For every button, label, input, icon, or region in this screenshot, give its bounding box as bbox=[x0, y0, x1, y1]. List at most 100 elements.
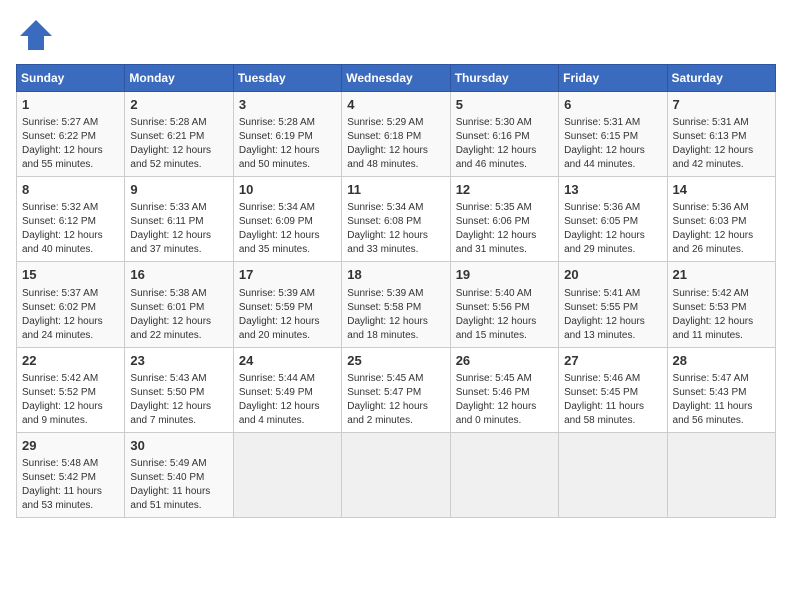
day-detail: Sunrise: 5:42 AM Sunset: 5:52 PM Dayligh… bbox=[22, 372, 119, 428]
day-detail: Sunrise: 5:35 AM Sunset: 6:06 PM Dayligh… bbox=[456, 201, 553, 257]
day-number: 30 bbox=[130, 437, 227, 455]
calendar-cell: 24Sunrise: 5:44 AM Sunset: 5:49 PM Dayli… bbox=[233, 347, 341, 432]
day-number: 26 bbox=[456, 352, 553, 370]
calendar-cell: 17 Sunrise: 5:39 AM Sunset: 5:59 PM Dayli… bbox=[233, 262, 341, 347]
weekday-header-friday: Friday bbox=[559, 65, 667, 92]
page-header bbox=[16, 16, 776, 54]
calendar-cell bbox=[233, 432, 341, 517]
calendar-cell bbox=[450, 432, 558, 517]
day-number: 7 bbox=[673, 96, 770, 114]
weekday-header-saturday: Saturday bbox=[667, 65, 775, 92]
week-row-2: 8 Sunrise: 5:32 AM Sunset: 6:12 PM Daylig… bbox=[17, 177, 776, 262]
day-detail: Sunrise: 5:42 AM Sunset: 5:53 PM Dayligh… bbox=[673, 287, 770, 343]
day-detail: Sunrise: 5:28 AM Sunset: 6:21 PM Dayligh… bbox=[130, 116, 227, 172]
calendar-cell: 25Sunrise: 5:45 AM Sunset: 5:47 PM Dayli… bbox=[342, 347, 450, 432]
day-detail: Sunrise: 5:36 AM Sunset: 6:05 PM Dayligh… bbox=[564, 201, 661, 257]
day-detail: Sunrise: 5:43 AM Sunset: 5:50 PM Dayligh… bbox=[130, 372, 227, 428]
weekday-header-monday: Monday bbox=[125, 65, 233, 92]
weekday-header-thursday: Thursday bbox=[450, 65, 558, 92]
calendar-cell: 19 Sunrise: 5:40 AM Sunset: 5:56 PM Dayli… bbox=[450, 262, 558, 347]
day-detail: Sunrise: 5:39 AM Sunset: 5:58 PM Dayligh… bbox=[347, 287, 444, 343]
calendar-cell: 11 Sunrise: 5:34 AM Sunset: 6:08 PM Dayli… bbox=[342, 177, 450, 262]
day-number: 18 bbox=[347, 266, 444, 284]
week-row-5: 29 Sunrise: 5:48 AM Sunset: 5:42 PM Dayli… bbox=[17, 432, 776, 517]
day-number: 1 bbox=[22, 96, 119, 114]
day-number: 22 bbox=[22, 352, 119, 370]
day-number: 23 bbox=[130, 352, 227, 370]
day-detail: Sunrise: 5:41 AM Sunset: 5:55 PM Dayligh… bbox=[564, 287, 661, 343]
week-row-3: 15 Sunrise: 5:37 AM Sunset: 6:02 PM Dayli… bbox=[17, 262, 776, 347]
day-detail: Sunrise: 5:31 AM Sunset: 6:13 PM Dayligh… bbox=[673, 116, 770, 172]
day-detail: Sunrise: 5:30 AM Sunset: 6:16 PM Dayligh… bbox=[456, 116, 553, 172]
calendar-cell: 2 Sunrise: 5:28 AM Sunset: 6:21 PM Daylig… bbox=[125, 92, 233, 177]
day-number: 21 bbox=[673, 266, 770, 284]
calendar-cell: 13 Sunrise: 5:36 AM Sunset: 6:05 PM Dayli… bbox=[559, 177, 667, 262]
calendar-cell: 12 Sunrise: 5:35 AM Sunset: 6:06 PM Dayli… bbox=[450, 177, 558, 262]
calendar-cell: 1 Sunrise: 5:27 AM Sunset: 6:22 PM Daylig… bbox=[17, 92, 125, 177]
logo bbox=[16, 16, 58, 54]
day-number: 20 bbox=[564, 266, 661, 284]
day-number: 8 bbox=[22, 181, 119, 199]
calendar-cell: 14 Sunrise: 5:36 AM Sunset: 6:03 PM Dayli… bbox=[667, 177, 775, 262]
day-number: 13 bbox=[564, 181, 661, 199]
calendar-cell: 15 Sunrise: 5:37 AM Sunset: 6:02 PM Dayli… bbox=[17, 262, 125, 347]
day-detail: Sunrise: 5:32 AM Sunset: 6:12 PM Dayligh… bbox=[22, 201, 119, 257]
calendar-cell: 10 Sunrise: 5:34 AM Sunset: 6:09 PM Dayli… bbox=[233, 177, 341, 262]
logo-icon bbox=[16, 16, 54, 54]
day-detail: Sunrise: 5:34 AM Sunset: 6:09 PM Dayligh… bbox=[239, 201, 336, 257]
weekday-header-row: SundayMondayTuesdayWednesdayThursdayFrid… bbox=[17, 65, 776, 92]
week-row-1: 1 Sunrise: 5:27 AM Sunset: 6:22 PM Daylig… bbox=[17, 92, 776, 177]
day-detail: Sunrise: 5:47 AM Sunset: 5:43 PM Dayligh… bbox=[673, 372, 770, 428]
weekday-header-wednesday: Wednesday bbox=[342, 65, 450, 92]
calendar-cell: 4Sunrise: 5:29 AM Sunset: 6:18 PM Daylig… bbox=[342, 92, 450, 177]
day-detail: Sunrise: 5:46 AM Sunset: 5:45 PM Dayligh… bbox=[564, 372, 661, 428]
day-detail: Sunrise: 5:29 AM Sunset: 6:18 PM Dayligh… bbox=[347, 116, 444, 172]
calendar-cell bbox=[342, 432, 450, 517]
calendar-cell: 3Sunrise: 5:28 AM Sunset: 6:19 PM Daylig… bbox=[233, 92, 341, 177]
day-detail: Sunrise: 5:37 AM Sunset: 6:02 PM Dayligh… bbox=[22, 287, 119, 343]
calendar-cell: 26Sunrise: 5:45 AM Sunset: 5:46 PM Dayli… bbox=[450, 347, 558, 432]
day-number: 15 bbox=[22, 266, 119, 284]
day-number: 12 bbox=[456, 181, 553, 199]
day-number: 28 bbox=[673, 352, 770, 370]
calendar-cell: 22 Sunrise: 5:42 AM Sunset: 5:52 PM Dayli… bbox=[17, 347, 125, 432]
day-number: 2 bbox=[130, 96, 227, 114]
calendar-cell: 5 Sunrise: 5:30 AM Sunset: 6:16 PM Daylig… bbox=[450, 92, 558, 177]
calendar-cell: 20 Sunrise: 5:41 AM Sunset: 5:55 PM Dayli… bbox=[559, 262, 667, 347]
calendar-cell: 16 Sunrise: 5:38 AM Sunset: 6:01 PM Dayli… bbox=[125, 262, 233, 347]
day-number: 16 bbox=[130, 266, 227, 284]
weekday-header-tuesday: Tuesday bbox=[233, 65, 341, 92]
day-detail: Sunrise: 5:36 AM Sunset: 6:03 PM Dayligh… bbox=[673, 201, 770, 257]
calendar-cell: 9 Sunrise: 5:33 AM Sunset: 6:11 PM Daylig… bbox=[125, 177, 233, 262]
day-detail: Sunrise: 5:39 AM Sunset: 5:59 PM Dayligh… bbox=[239, 287, 336, 343]
calendar-cell: 21 Sunrise: 5:42 AM Sunset: 5:53 PM Dayli… bbox=[667, 262, 775, 347]
day-number: 10 bbox=[239, 181, 336, 199]
weekday-header-sunday: Sunday bbox=[17, 65, 125, 92]
day-detail: Sunrise: 5:27 AM Sunset: 6:22 PM Dayligh… bbox=[22, 116, 119, 172]
calendar-cell: 28 Sunrise: 5:47 AM Sunset: 5:43 PM Dayli… bbox=[667, 347, 775, 432]
calendar-cell: 8 Sunrise: 5:32 AM Sunset: 6:12 PM Daylig… bbox=[17, 177, 125, 262]
day-number: 17 bbox=[239, 266, 336, 284]
day-number: 6 bbox=[564, 96, 661, 114]
calendar-cell: 18 Sunrise: 5:39 AM Sunset: 5:58 PM Dayli… bbox=[342, 262, 450, 347]
day-number: 29 bbox=[22, 437, 119, 455]
day-number: 24 bbox=[239, 352, 336, 370]
calendar-cell bbox=[667, 432, 775, 517]
calendar-cell: 29 Sunrise: 5:48 AM Sunset: 5:42 PM Dayli… bbox=[17, 432, 125, 517]
day-number: 9 bbox=[130, 181, 227, 199]
day-detail: Sunrise: 5:48 AM Sunset: 5:42 PM Dayligh… bbox=[22, 457, 119, 513]
day-number: 11 bbox=[347, 181, 444, 199]
day-detail: Sunrise: 5:28 AM Sunset: 6:19 PM Dayligh… bbox=[239, 116, 336, 172]
day-number: 19 bbox=[456, 266, 553, 284]
day-detail: Sunrise: 5:40 AM Sunset: 5:56 PM Dayligh… bbox=[456, 287, 553, 343]
day-detail: Sunrise: 5:33 AM Sunset: 6:11 PM Dayligh… bbox=[130, 201, 227, 257]
day-detail: Sunrise: 5:34 AM Sunset: 6:08 PM Dayligh… bbox=[347, 201, 444, 257]
week-row-4: 22 Sunrise: 5:42 AM Sunset: 5:52 PM Dayli… bbox=[17, 347, 776, 432]
calendar-cell: 7 Sunrise: 5:31 AM Sunset: 6:13 PM Daylig… bbox=[667, 92, 775, 177]
day-detail: Sunrise: 5:49 AM Sunset: 5:40 PM Dayligh… bbox=[130, 457, 227, 513]
calendar-cell: 27 Sunrise: 5:46 AM Sunset: 5:45 PM Dayli… bbox=[559, 347, 667, 432]
day-detail: Sunrise: 5:38 AM Sunset: 6:01 PM Dayligh… bbox=[130, 287, 227, 343]
day-number: 27 bbox=[564, 352, 661, 370]
day-number: 5 bbox=[456, 96, 553, 114]
day-number: 14 bbox=[673, 181, 770, 199]
